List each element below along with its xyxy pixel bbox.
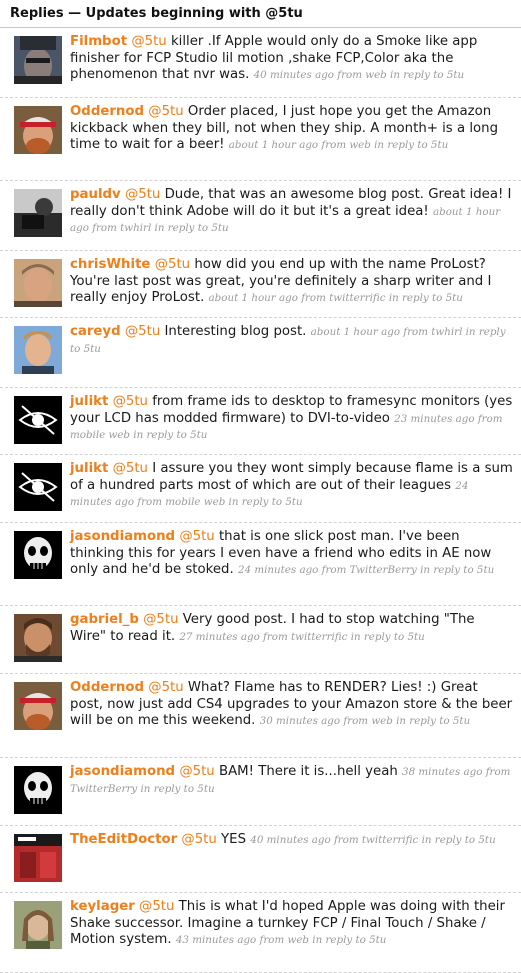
avatar-oddernod[interactable] bbox=[14, 106, 62, 154]
avatar-jasondiamond[interactable] bbox=[14, 531, 62, 579]
avatar-oddernod[interactable] bbox=[14, 682, 62, 730]
reply-item: keylager @5tu This is what I'd hoped App… bbox=[0, 893, 521, 973]
reply-item: TheEditDoctor @5tu YES 40 minutes ago fr… bbox=[0, 826, 521, 893]
reply-mention[interactable]: @5tu bbox=[148, 104, 183, 119]
reply-username[interactable]: julikt bbox=[70, 461, 108, 476]
reply-username[interactable]: TheEditDoctor bbox=[70, 832, 177, 847]
reply-item: jasondiamond @5tu that is one slick post… bbox=[0, 523, 521, 606]
reply-body: julikt @5tu I assure you they wont simpl… bbox=[70, 461, 513, 511]
reply-item: jasondiamond @5tu BAM! There it is...hel… bbox=[0, 758, 521, 826]
reply-username[interactable]: Oddernod bbox=[70, 680, 144, 695]
reply-body: jasondiamond @5tu that is one slick post… bbox=[70, 529, 513, 579]
reply-username[interactable]: pauldv bbox=[70, 187, 121, 202]
reply-text: BAM! There it is...hell yeah bbox=[214, 764, 398, 779]
avatar-theeditdoctor[interactable] bbox=[14, 834, 62, 882]
reply-item: careyd @5tu Interesting blog post. about… bbox=[0, 318, 521, 388]
reply-username[interactable]: jasondiamond bbox=[70, 529, 175, 544]
reply-body: Oddernod @5tu What? Flame has to RENDER?… bbox=[70, 680, 513, 730]
reply-username[interactable]: keylager bbox=[70, 899, 135, 914]
reply-text: Interesting blog post. bbox=[160, 324, 307, 339]
reply-item: julikt @5tu from frame ids to desktop to… bbox=[0, 388, 521, 455]
reply-body: careyd @5tu Interesting blog post. about… bbox=[70, 324, 513, 357]
reply-text: YES bbox=[216, 832, 247, 847]
avatar-keylager[interactable] bbox=[14, 901, 62, 949]
reply-mention[interactable]: @5tu bbox=[139, 899, 174, 914]
avatar-pauldv[interactable] bbox=[14, 189, 62, 237]
avatar-filmbot[interactable] bbox=[14, 36, 62, 84]
reply-mention[interactable]: @5tu bbox=[131, 34, 166, 49]
avatar-careyd[interactable] bbox=[14, 326, 62, 374]
reply-body: jasondiamond @5tu BAM! There it is...hel… bbox=[70, 764, 513, 797]
replies-list: Filmbot @5tu killer .If Apple would only… bbox=[0, 28, 521, 973]
reply-item: Filmbot @5tu killer .If Apple would only… bbox=[0, 28, 521, 98]
reply-mention[interactable]: @5tu bbox=[113, 394, 148, 409]
reply-body: gabriel_b @5tu Very good post. I had to … bbox=[70, 612, 513, 645]
reply-meta: about 1 hour ago from web in reply to 5t… bbox=[228, 139, 449, 152]
avatar-chriswhite[interactable] bbox=[14, 259, 62, 307]
reply-mention[interactable]: @5tu bbox=[179, 764, 214, 779]
reply-mention[interactable]: @5tu bbox=[148, 680, 183, 695]
reply-mention[interactable]: @5tu bbox=[143, 612, 178, 627]
reply-mention[interactable]: @5tu bbox=[113, 461, 148, 476]
reply-meta: about 1 hour ago from twitterrific in re… bbox=[208, 292, 463, 305]
reply-username[interactable]: gabriel_b bbox=[70, 612, 139, 627]
page-header: Replies — Updates beginning with @5tu bbox=[0, 0, 521, 28]
reply-meta: 27 minutes ago from twitterrific in repl… bbox=[179, 630, 425, 643]
reply-body: TheEditDoctor @5tu YES 40 minutes ago fr… bbox=[70, 832, 513, 849]
reply-meta: 40 minutes ago from web in reply to 5tu bbox=[253, 69, 465, 82]
reply-meta: 30 minutes ago from web in reply to 5tu bbox=[259, 715, 471, 728]
reply-meta: 24 minutes ago from TwitterBerry in repl… bbox=[237, 564, 495, 577]
reply-item: Oddernod @5tu What? Flame has to RENDER?… bbox=[0, 674, 521, 758]
page-title: Replies — Updates beginning with @5tu bbox=[10, 6, 303, 21]
avatar-julikt[interactable] bbox=[14, 396, 62, 444]
reply-mention[interactable]: @5tu bbox=[125, 324, 160, 339]
reply-item: julikt @5tu I assure you they wont simpl… bbox=[0, 455, 521, 523]
reply-item: chrisWhite @5tu how did you end up with … bbox=[0, 251, 521, 318]
reply-item: Oddernod @5tu Order placed, I just hope … bbox=[0, 98, 521, 181]
reply-body: Filmbot @5tu killer .If Apple would only… bbox=[70, 34, 513, 84]
reply-body: julikt @5tu from frame ids to desktop to… bbox=[70, 394, 513, 444]
avatar-gabriel-b[interactable] bbox=[14, 614, 62, 662]
reply-username[interactable]: Oddernod bbox=[70, 104, 144, 119]
reply-username[interactable]: jasondiamond bbox=[70, 764, 175, 779]
reply-username[interactable]: chrisWhite bbox=[70, 257, 150, 272]
reply-body: chrisWhite @5tu how did you end up with … bbox=[70, 257, 513, 307]
reply-item: gabriel_b @5tu Very good post. I had to … bbox=[0, 606, 521, 674]
reply-mention[interactable]: @5tu bbox=[179, 529, 214, 544]
reply-body: pauldv @5tu Dude, that was an awesome bl… bbox=[70, 187, 513, 237]
reply-meta: 40 minutes ago from twitterrific in repl… bbox=[250, 834, 496, 846]
reply-mention[interactable]: @5tu bbox=[181, 832, 216, 847]
reply-username[interactable]: careyd bbox=[70, 324, 121, 339]
reply-username[interactable]: Filmbot bbox=[70, 34, 127, 49]
reply-body: Oddernod @5tu Order placed, I just hope … bbox=[70, 104, 513, 154]
reply-mention[interactable]: @5tu bbox=[155, 257, 190, 272]
reply-username[interactable]: julikt bbox=[70, 394, 108, 409]
reply-meta: 43 minutes ago from web in reply to 5tu bbox=[175, 934, 387, 947]
reply-body: keylager @5tu This is what I'd hoped App… bbox=[70, 899, 513, 949]
reply-mention[interactable]: @5tu bbox=[125, 187, 160, 202]
reply-item: pauldv @5tu Dude, that was an awesome bl… bbox=[0, 181, 521, 251]
avatar-jasondiamond[interactable] bbox=[14, 766, 62, 814]
avatar-julikt[interactable] bbox=[14, 463, 62, 511]
